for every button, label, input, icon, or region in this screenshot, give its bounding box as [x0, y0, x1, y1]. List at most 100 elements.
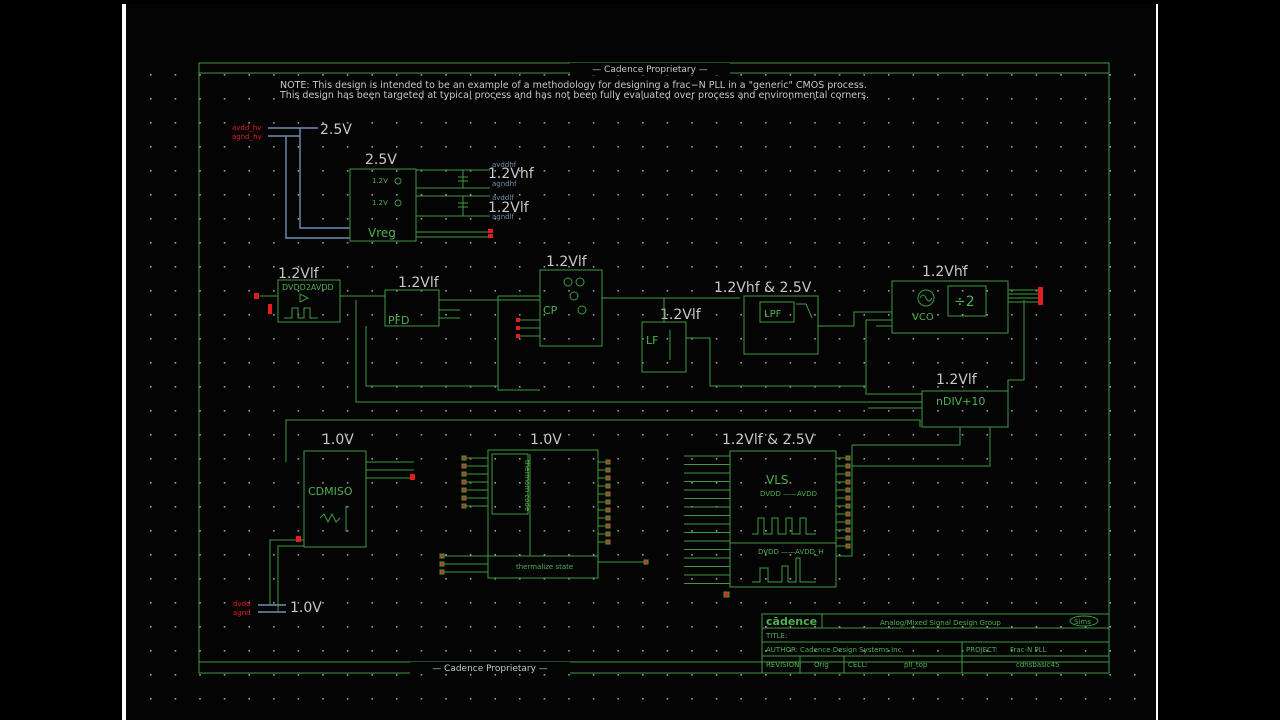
grid-dot [740, 146, 742, 148]
grid-dot [543, 458, 546, 460]
lpf-block[interactable]: 1.2Vhf & 2.5V LPF [686, 280, 866, 387]
grid-dot [691, 146, 693, 148]
grid-dot [1011, 338, 1013, 340]
lf-block[interactable]: 1.2Vlf LF [641, 298, 702, 373]
grid-dot [592, 314, 595, 316]
grid-dot [174, 386, 177, 388]
grid-dot [223, 362, 226, 364]
grid-dot [1011, 578, 1013, 580]
grid-dot [420, 578, 423, 580]
grid-dot [273, 314, 275, 316]
grid-dot [519, 434, 521, 436]
grid-dot [1109, 74, 1111, 76]
grid-dot [519, 218, 521, 220]
grid-dot [691, 266, 693, 268]
grid-dot [642, 698, 644, 700]
grid-dot [150, 242, 152, 244]
grid-dot [961, 290, 964, 292]
grid-dot [223, 338, 226, 340]
grid-dot [617, 506, 619, 508]
grid-dot [961, 578, 964, 580]
grid-dot [937, 314, 939, 316]
revision-label: REVISION: [766, 661, 802, 669]
grid-dot [322, 386, 324, 388]
grid-dot [1134, 98, 1136, 100]
grid-dot [543, 482, 546, 484]
cdmiso-block[interactable]: 1.0V CDMISO [269, 419, 921, 612]
grid-dot [223, 602, 226, 604]
grid-dot [445, 314, 447, 316]
grid-dot [814, 674, 816, 676]
vls-line1: DVDD ——AVDD [760, 490, 817, 498]
waveform-icon [752, 517, 816, 535]
grid-dot [986, 338, 988, 340]
grid-dot [863, 146, 865, 148]
grid-dot [420, 482, 423, 484]
grid-dot [273, 266, 275, 268]
title-label: TITLE: [765, 632, 787, 640]
grid-dot [273, 122, 275, 124]
grid-dot [174, 434, 177, 436]
grid-dot [838, 626, 841, 628]
grid-dot [961, 314, 964, 316]
pfd-block[interactable]: 1.2Vlf PFD [340, 275, 540, 327]
grid-dot [420, 218, 423, 220]
grid-dot [912, 74, 915, 76]
grid-dot [592, 674, 595, 676]
grid-dot [642, 290, 644, 292]
dsm-block[interactable]: 1.0V thermom code thermalize state [439, 432, 649, 579]
grid-dot [789, 194, 792, 196]
grid-dot [297, 74, 300, 76]
grid-dot [1134, 362, 1136, 364]
grid-dot [371, 530, 373, 532]
grid-dot [1084, 602, 1087, 604]
grid-dot [961, 506, 964, 508]
grid-dot [494, 74, 496, 76]
waveform-icon [284, 307, 318, 319]
grid-dot [1109, 698, 1111, 700]
grid-dot [346, 266, 349, 268]
level-shift-input-block[interactable]: 1.2Vlf DVDD2AVDD [254, 266, 341, 323]
grid-dot [1134, 218, 1136, 220]
grid-dot [838, 674, 841, 676]
grid-dot [346, 698, 349, 700]
grid-dot [765, 122, 767, 124]
grid-dot [691, 194, 693, 196]
grid-dot [469, 218, 472, 220]
grid-dot [494, 290, 496, 292]
grid-dot [371, 578, 373, 580]
vreg-block[interactable]: 2.5V 1.2V 1.2V Vreg avddhf agndhf avddlf… [349, 152, 535, 242]
grid-dot [494, 362, 496, 364]
grid-dot [223, 410, 226, 412]
grid-dot [543, 218, 546, 220]
grid-dot [371, 146, 373, 148]
grid-dot [789, 122, 792, 124]
pfd-title: 1.2Vlf [398, 275, 440, 291]
vls-block[interactable]: 1.2Vlf & 2.5V VLS DVDD ——AVDD DVDD ——AVD… [684, 432, 853, 598]
grid-dot [1035, 578, 1038, 580]
ndiv-block[interactable]: 1.2Vlf nDIV+10 [355, 300, 1009, 467]
cp-block[interactable]: 1.2Vlf CP [497, 254, 740, 391]
grid-dot [912, 98, 915, 100]
grid-dot [297, 554, 300, 556]
pin-marker [845, 503, 851, 509]
grid-dot [1134, 602, 1136, 604]
grid-dot [740, 242, 742, 244]
grid-dot [1060, 386, 1062, 388]
grid-dot [223, 314, 226, 316]
grid-dot [1011, 506, 1013, 508]
grid-dot [543, 386, 546, 388]
grid-dot [765, 458, 767, 460]
grid-dot [666, 674, 669, 676]
grid-dot [445, 146, 447, 148]
pin-label: avdd_hv [232, 124, 261, 132]
grid-dot [617, 410, 619, 412]
grid-dot [888, 146, 890, 148]
grid-dot [273, 170, 275, 172]
grid-dot [568, 194, 570, 196]
grid-dot [1060, 506, 1062, 508]
grid-dot [765, 146, 767, 148]
grid-dot [961, 98, 964, 100]
grid-dot [174, 170, 177, 172]
grid-dot [223, 578, 226, 580]
